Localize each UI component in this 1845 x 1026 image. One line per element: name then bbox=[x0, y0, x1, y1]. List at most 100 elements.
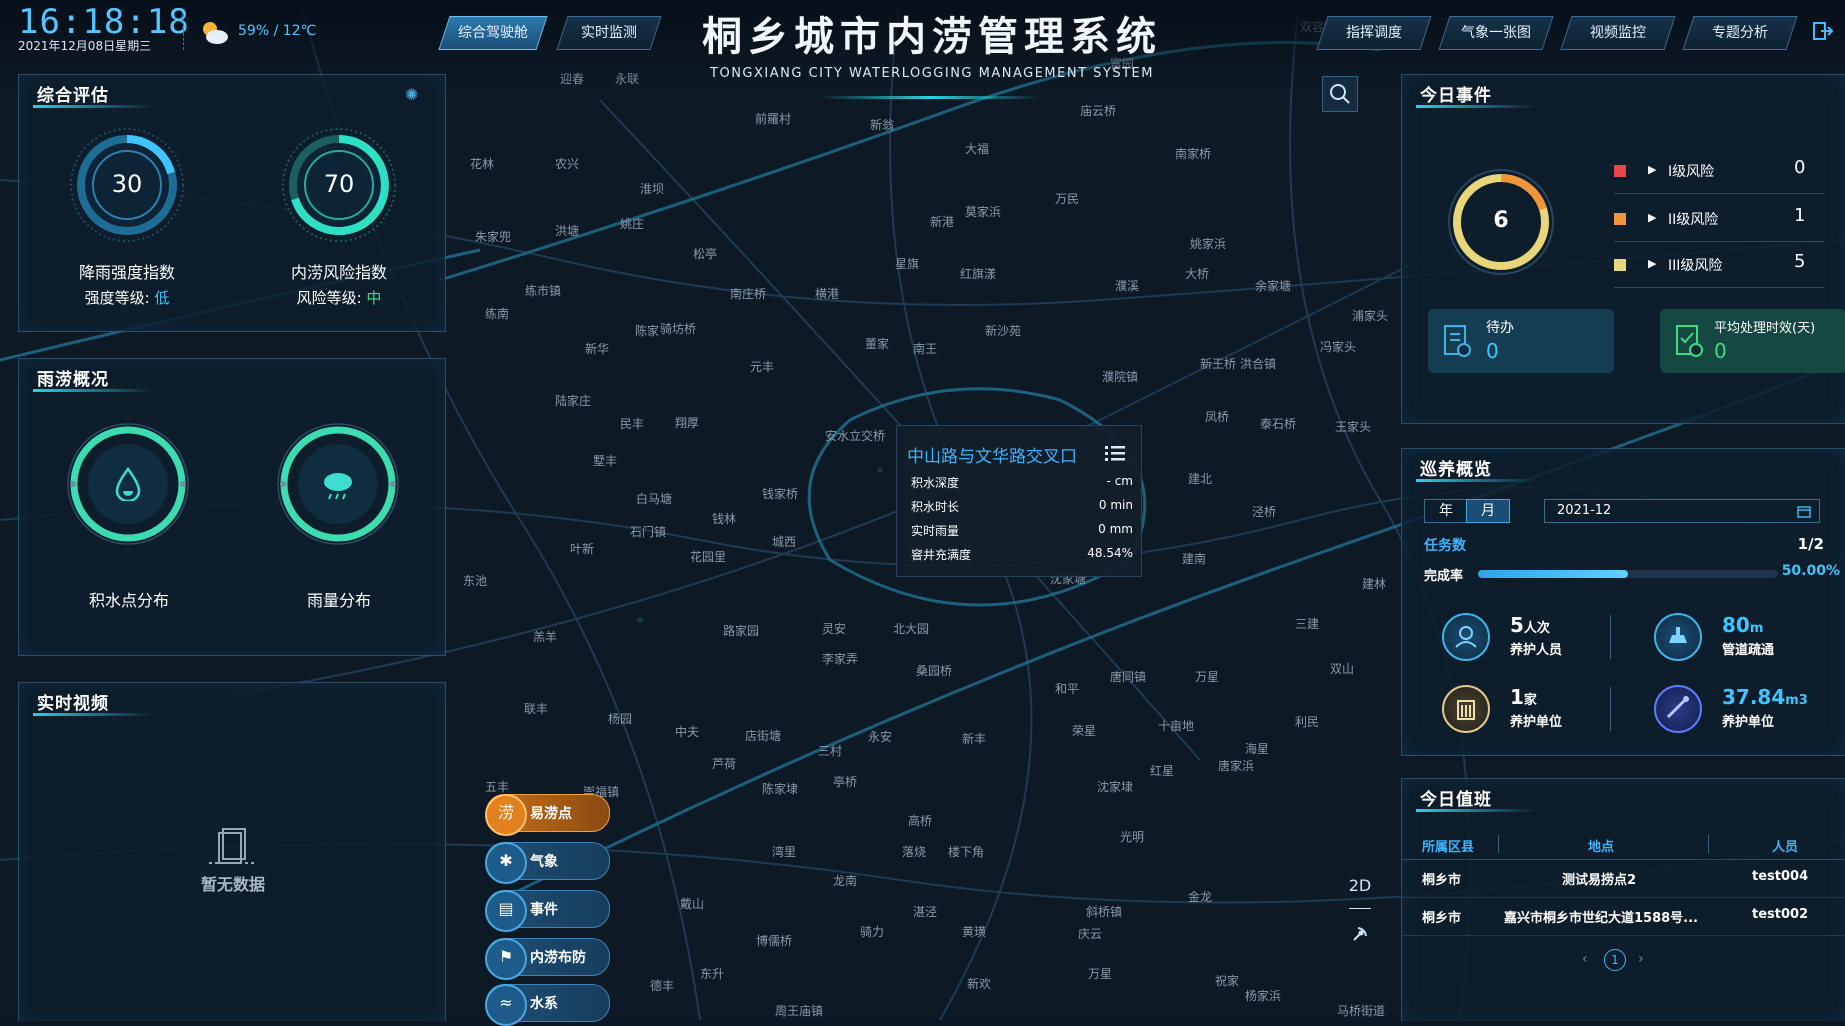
stat-staff-number: 5 bbox=[1510, 613, 1524, 637]
weather-icon bbox=[198, 18, 230, 46]
page-title: 桐乡城市内涝管理系统 bbox=[702, 13, 1162, 60]
month-value: 2021-12 bbox=[1557, 503, 1612, 518]
risk-row-level1[interactable]: ▶ I级风险 0 bbox=[1614, 157, 1824, 194]
title-underline bbox=[33, 105, 153, 108]
cell-person: test004 bbox=[1752, 869, 1809, 884]
risk-level1-value: 0 bbox=[1794, 157, 1806, 178]
rainfall-distribution-label: 雨量分布 bbox=[306, 591, 371, 610]
tab-year[interactable]: 年 bbox=[1424, 499, 1468, 523]
popup-row-duration: 积水时长 0 min bbox=[911, 498, 1133, 514]
popup-row-rainfall: 实时雨量 0 mm bbox=[911, 522, 1133, 538]
layer-flood-prone-points[interactable]: 涝易涝点 bbox=[485, 794, 610, 836]
stat-pipe-unit: m bbox=[1749, 621, 1764, 636]
list-icon[interactable] bbox=[1105, 444, 1125, 462]
logout-icon[interactable] bbox=[1812, 20, 1834, 42]
location-popup[interactable]: 中山路与文华路交叉口 积水深度 - cm 积水时长 0 min 实时雨量 0 mm 窨… bbox=[896, 425, 1142, 577]
duty-title: 今日值班 bbox=[1420, 790, 1492, 810]
risk-index-label: 内涝风险指数 bbox=[290, 263, 387, 282]
pending-card[interactable]: 待办 0 bbox=[1428, 309, 1614, 373]
stat-pipe-label: 管道疏通 bbox=[1722, 643, 1775, 658]
play-icon: ▶ bbox=[1648, 163, 1657, 176]
page-subtitle: TONGXIANG CITY WATERLOGGING MANAGEMENT S… bbox=[710, 66, 1154, 81]
layer-weather[interactable]: ✱ 气象 bbox=[485, 842, 610, 884]
risk-level1-label: I级风险 bbox=[1668, 164, 1715, 180]
avg-time-value: 0 bbox=[1714, 339, 1727, 363]
pending-value: 0 bbox=[1486, 339, 1499, 363]
header-divider bbox=[1498, 835, 1499, 853]
cell-district: 桐乡市 bbox=[1422, 873, 1462, 888]
toggle-divider bbox=[1349, 908, 1371, 909]
table-row[interactable]: 桐乡市 嘉兴市桐乡市世纪大道1588号... test002 bbox=[1402, 899, 1845, 936]
events-panel: 今日事件 6 ▶ I级风险 0 ▶ II级风险 1 ▶ III级风险 5 待办 … bbox=[1401, 74, 1845, 424]
layer-flood-defense[interactable]: ⚑ 内涝布防 bbox=[485, 938, 610, 980]
flood-point-icon: 涝 bbox=[485, 794, 527, 836]
risk-row-level2[interactable]: ▶ II级风险 1 bbox=[1614, 205, 1824, 242]
fan-icon: ✱ bbox=[485, 842, 527, 884]
risk-row-level3[interactable]: ▶ III级风险 5 bbox=[1614, 251, 1824, 288]
tab-command-dispatch[interactable]: 指挥调度 bbox=[1316, 16, 1432, 50]
assessment-title: 综合评估 bbox=[37, 86, 109, 106]
rain-index-label: 降雨强度指数 bbox=[78, 263, 175, 282]
check-clock-icon bbox=[1674, 323, 1704, 359]
header-divider bbox=[1708, 835, 1709, 853]
popup-row-depth: 积水深度 - cm bbox=[911, 474, 1133, 490]
clipboard-icon: ▤ bbox=[485, 890, 527, 932]
rain-index-value: 30 bbox=[111, 170, 143, 198]
risk-level2-label: II级风险 bbox=[1668, 212, 1719, 228]
patrol-panel: 巡养概览 年 月 2021-12 任务数 1/2 完成率 50.00% 5人次 … bbox=[1401, 448, 1845, 756]
title-glow-line bbox=[820, 96, 1040, 99]
play-icon: ▶ bbox=[1648, 211, 1657, 224]
duty-panel: 今日值班 所属区县 地点 人员 桐乡市 测试易捞点2 test004 桐乡市 嘉… bbox=[1401, 778, 1845, 1021]
map-search-button[interactable] bbox=[1322, 76, 1358, 112]
duty-table-header: 所属区县 地点 人员 bbox=[1402, 831, 1845, 860]
page-number[interactable]: 1 bbox=[1604, 949, 1626, 971]
rain-level: 强度等级: 低 bbox=[84, 289, 170, 307]
tab-weather-map[interactable]: 气象一张图 bbox=[1438, 16, 1554, 50]
water-drop-icon bbox=[113, 466, 143, 503]
completion-fill bbox=[1478, 570, 1628, 578]
risk-index-value: 70 bbox=[323, 170, 355, 198]
gear-icon[interactable]: ✺ bbox=[405, 87, 421, 103]
risk-level2-swatch bbox=[1614, 213, 1626, 225]
sludge-volume-icon bbox=[1654, 685, 1702, 733]
prev-page-icon[interactable]: ‹ bbox=[1582, 951, 1588, 967]
satellite-icon[interactable] bbox=[1350, 922, 1372, 944]
stat-divider bbox=[1610, 687, 1611, 731]
layer-water-system[interactable]: ≈ 水系 bbox=[485, 984, 610, 1026]
flag-icon: ⚑ bbox=[485, 938, 527, 980]
month-picker[interactable]: 2021-12 bbox=[1544, 499, 1820, 523]
layer-events[interactable]: ▤ 事件 bbox=[485, 890, 610, 932]
stat-unit-unit: 家 bbox=[1523, 693, 1537, 708]
tab-month[interactable]: 月 bbox=[1466, 499, 1510, 523]
pagination: ‹ 1 › bbox=[1582, 949, 1662, 973]
tasks-label: 任务数 bbox=[1424, 538, 1466, 554]
empty-data-text: 暂无数据 bbox=[200, 875, 265, 894]
tab-cockpit[interactable]: 综合驾驶舱 bbox=[438, 16, 548, 50]
title-underline bbox=[33, 389, 153, 392]
stat-volume-label: 养护单位 bbox=[1722, 715, 1775, 730]
tab-topic-analysis[interactable]: 专题分析 bbox=[1682, 16, 1798, 50]
events-title: 今日事件 bbox=[1420, 86, 1492, 106]
cell-location: 测试易捞点2 bbox=[1562, 873, 1637, 888]
next-page-icon[interactable]: › bbox=[1638, 951, 1644, 967]
stat-staff-unit: 人次 bbox=[1523, 621, 1550, 636]
avg-time-card[interactable]: 平均处理时效(天) 0 bbox=[1660, 309, 1845, 373]
table-row[interactable]: 桐乡市 测试易捞点2 test004 bbox=[1402, 861, 1845, 898]
tab-realtime-monitor[interactable]: 实时监测 bbox=[556, 16, 662, 50]
column-header-district: 所属区县 bbox=[1422, 840, 1475, 855]
title-underline bbox=[1416, 105, 1536, 108]
waterlogging-distribution-label: 积水点分布 bbox=[88, 591, 169, 610]
risk-level3-swatch bbox=[1614, 259, 1626, 271]
clock-time: 16:18:18 bbox=[18, 2, 190, 42]
stat-volume-number: 37.84 bbox=[1722, 685, 1786, 709]
tab-video-monitor[interactable]: 视频监控 bbox=[1560, 16, 1676, 50]
calendar-icon bbox=[1797, 503, 1811, 518]
column-header-person: 人员 bbox=[1772, 840, 1799, 855]
header-divider bbox=[183, 14, 185, 50]
view-2d-toggle[interactable]: 2D bbox=[1346, 876, 1374, 895]
stat-volume-unit: m3 bbox=[1785, 693, 1808, 708]
completion-value: 50.00% bbox=[1781, 563, 1840, 579]
risk-level3-value: 5 bbox=[1794, 251, 1806, 272]
risk-level2-value: 1 bbox=[1794, 205, 1806, 226]
risk-level1-swatch bbox=[1614, 165, 1626, 177]
